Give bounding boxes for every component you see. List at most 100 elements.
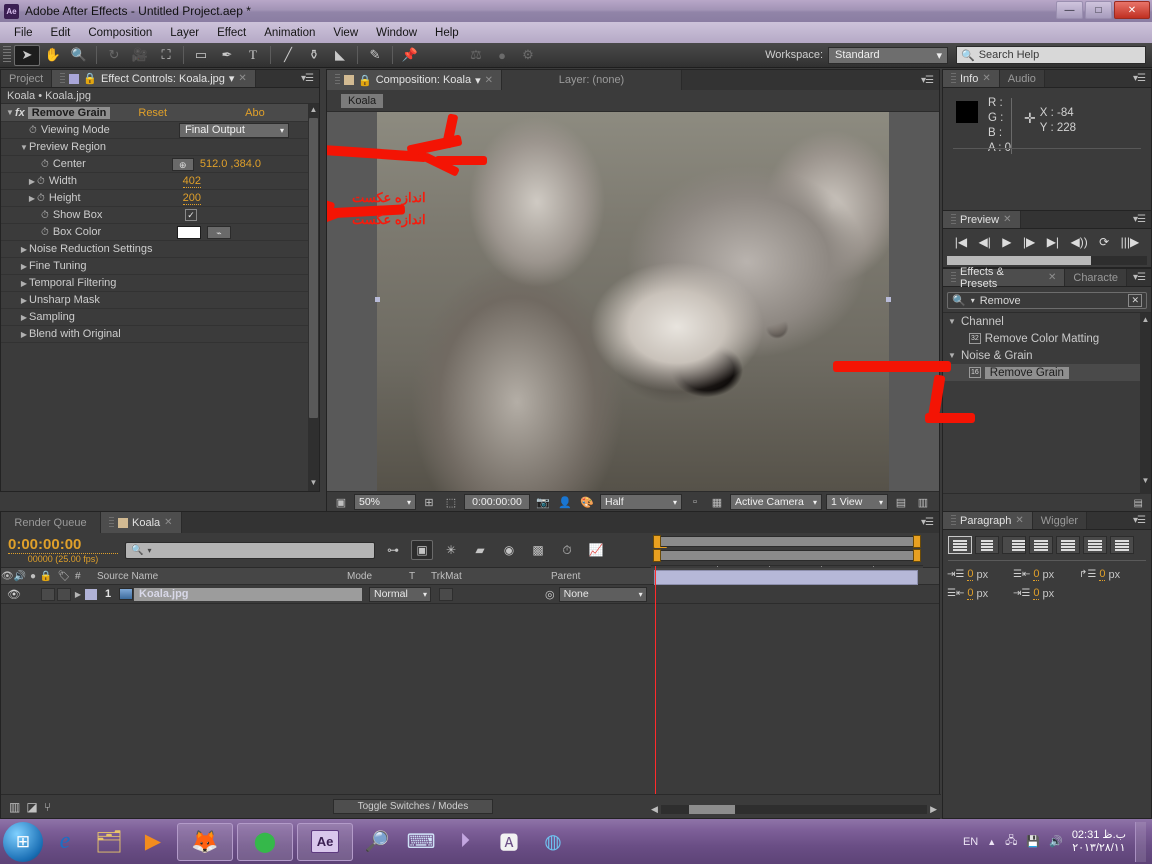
lock-icon[interactable]: 🔒 <box>358 74 372 87</box>
layer-video-toggle-icon[interactable]: 👁 <box>1 588 27 601</box>
stopwatch-icon[interactable]: ⏱ <box>41 227 49 238</box>
param-group-unsharp-mask[interactable]: ▶ Unsharp Mask <box>1 292 319 309</box>
scrollbar-thumb[interactable] <box>688 805 735 814</box>
brainstorm-icon[interactable]: ▩ <box>527 540 549 560</box>
justify-last-center-button[interactable] <box>1056 536 1080 554</box>
space-before-field[interactable]: ☰⇤ 0 px <box>947 584 1013 603</box>
width-value[interactable]: 402 <box>182 175 201 188</box>
column-header-index[interactable]: # <box>75 571 97 582</box>
indent-left-field[interactable]: ⇥☰ 0 px <box>947 565 1013 584</box>
param-row-box-color[interactable]: ⏱ Box Color ⌁ <box>1 224 319 241</box>
indent-right-value[interactable]: 0 <box>1033 568 1040 581</box>
camera-tool-icon[interactable]: 🎥 <box>127 45 153 66</box>
scrollbar-thumb[interactable] <box>309 118 318 418</box>
layer-lock-switch[interactable] <box>57 587 71 601</box>
align-center-button[interactable] <box>975 536 999 554</box>
panel-menu-icon[interactable]: ▾☰ <box>1127 211 1151 228</box>
scroll-up-icon[interactable]: ▲ <box>1140 315 1151 324</box>
tab-wiggler[interactable]: Wiggler <box>1032 512 1088 529</box>
firefox-icon[interactable]: 🦊 <box>177 822 233 861</box>
disclosure-triangle-icon[interactable]: ▶ <box>19 296 29 305</box>
effect-controls-scrollbar[interactable]: ▲ ▼ <box>308 104 319 491</box>
draft-3d-icon[interactable]: ▣ <box>411 540 433 560</box>
menu-item-file[interactable]: File <box>6 25 41 41</box>
menu-item-help[interactable]: Help <box>427 25 467 41</box>
disclosure-triangle-icon[interactable]: ▼ <box>19 143 29 152</box>
breadcrumb[interactable]: Koala <box>341 93 384 108</box>
stopwatch-icon[interactable]: ⏱ <box>37 193 45 204</box>
shape-tool-icon[interactable]: ▭ <box>188 45 214 66</box>
frame-blend-icon[interactable]: ◪ <box>26 800 37 814</box>
close-icon[interactable]: ✕ <box>1015 515 1023 526</box>
position-picker-icon[interactable]: ⊕ <box>171 157 194 171</box>
clear-search-icon[interactable]: ✕ <box>1128 294 1142 307</box>
show-box-checkbox[interactable]: ✓ <box>185 209 197 221</box>
effect-name[interactable]: Remove Grain <box>27 106 111 119</box>
indent-right-field[interactable]: ☰⇤ 0 px <box>1013 565 1079 584</box>
chevron-down-icon[interactable]: ▾ <box>475 74 481 87</box>
minimize-button[interactable]: — <box>1056 1 1083 19</box>
param-row-show-box[interactable]: ⏱ Show Box ✓ <box>1 207 319 224</box>
align-icon[interactable]: ⚖ <box>463 45 489 66</box>
justify-all-button[interactable] <box>1110 536 1134 554</box>
type-tool-icon[interactable]: T <box>240 45 266 66</box>
pan-behind-tool-icon[interactable]: ⛶ <box>153 45 179 66</box>
chevron-down-icon[interactable]: ▾ <box>229 72 235 85</box>
panel-menu-icon[interactable]: ▾☰ <box>1127 269 1151 286</box>
tab-render-queue[interactable]: Render Queue <box>1 512 101 533</box>
show-desktop-button[interactable] <box>1135 821 1146 862</box>
clone-stamp-tool-icon[interactable]: ⚱ <box>301 45 327 66</box>
disclosure-triangle-icon[interactable]: ▼ <box>947 351 957 360</box>
layer-label-color[interactable] <box>85 588 97 600</box>
view-layout-dropdown[interactable]: 1 View ▾ <box>826 494 888 510</box>
first-frame-icon[interactable]: |◀ <box>955 235 967 249</box>
layer-handle-right[interactable] <box>886 297 891 302</box>
column-header-mode[interactable]: Mode <box>347 571 409 582</box>
text-document-icon[interactable]: 🅰 <box>489 823 529 861</box>
disclosure-triangle-icon[interactable]: ▼ <box>947 317 957 326</box>
align-right-button[interactable] <box>1002 536 1026 554</box>
disclosure-triangle-icon[interactable]: ▶ <box>19 245 29 254</box>
workspace-selector[interactable]: Standard ▾ <box>828 46 948 64</box>
timeline-search-input[interactable]: 🔍 ▾ <box>125 541 375 559</box>
space-after-value[interactable]: 0 <box>1033 587 1040 600</box>
motion-blur-switch-icon[interactable]: ⑂ <box>44 800 51 814</box>
zoom-level-dropdown[interactable]: 50% ▾ <box>354 494 416 510</box>
tab-preview[interactable]: Preview ✕ <box>943 211 1021 228</box>
panel-menu-icon[interactable]: ▾☰ <box>915 70 939 90</box>
camera-view-dropdown[interactable]: Active Camera ▾ <box>730 494 822 510</box>
disclosure-triangle-icon[interactable]: ▶ <box>19 262 29 271</box>
tab-effect-controls[interactable]: 🔒 Effect Controls: Koala.jpg ▾ ✕ <box>52 70 256 87</box>
disclosure-triangle-icon[interactable]: ▶ <box>19 313 29 322</box>
close-icon[interactable]: ✕ <box>1003 214 1011 225</box>
timeline-graph-area[interactable] <box>651 512 923 820</box>
loop-icon[interactable]: ⟳ <box>1099 235 1109 249</box>
disclosure-triangle-icon[interactable]: ▶ <box>19 330 29 339</box>
pixel-aspect-icon[interactable]: ▤ <box>892 494 910 511</box>
tab-character[interactable]: Characte <box>1065 269 1128 286</box>
ram-preview-icon[interactable]: |||▶ <box>1121 235 1140 249</box>
stopwatch-icon[interactable]: ⏱ <box>41 159 49 170</box>
region-of-interest-icon[interactable]: ⬚ <box>442 494 460 511</box>
grid-guides-icon[interactable]: ⊞ <box>420 494 438 511</box>
box-color-swatch[interactable] <box>177 225 201 239</box>
current-time-block[interactable]: 0:00:00:00 00000 (25.00 fps) <box>8 536 118 564</box>
param-group-fine-tuning[interactable]: ▶ Fine Tuning <box>1 258 319 275</box>
scroll-down-icon[interactable]: ▼ <box>1140 476 1151 485</box>
eraser-tool-icon[interactable]: ◣ <box>327 45 353 66</box>
menu-item-view[interactable]: View <box>325 25 366 41</box>
work-area-end-handle-lower[interactable] <box>913 549 921 562</box>
tab-layer-none[interactable]: Layer: (none) <box>502 70 683 90</box>
fast-previews-icon[interactable]: ▥ <box>914 494 932 511</box>
show-snapshot-icon[interactable]: 👤 <box>556 494 574 511</box>
layer-disclosure-icon[interactable]: ▶ <box>71 590 85 599</box>
region-interest-toggle-icon[interactable]: ▫ <box>686 494 704 511</box>
audio-icon[interactable]: ◀)) <box>1070 235 1087 249</box>
previous-frame-icon[interactable]: ◀| <box>978 235 990 249</box>
menu-item-window[interactable]: Window <box>368 25 425 41</box>
internet-download-manager-icon[interactable]: ⬤ <box>237 822 293 861</box>
column-header-parent[interactable]: Parent <box>551 571 580 582</box>
effect-item-remove-grain[interactable]: 16 Remove Grain <box>943 364 1151 381</box>
close-icon[interactable]: ✕ <box>164 517 172 528</box>
hide-shy-layers-icon[interactable]: ✳ <box>440 540 462 560</box>
